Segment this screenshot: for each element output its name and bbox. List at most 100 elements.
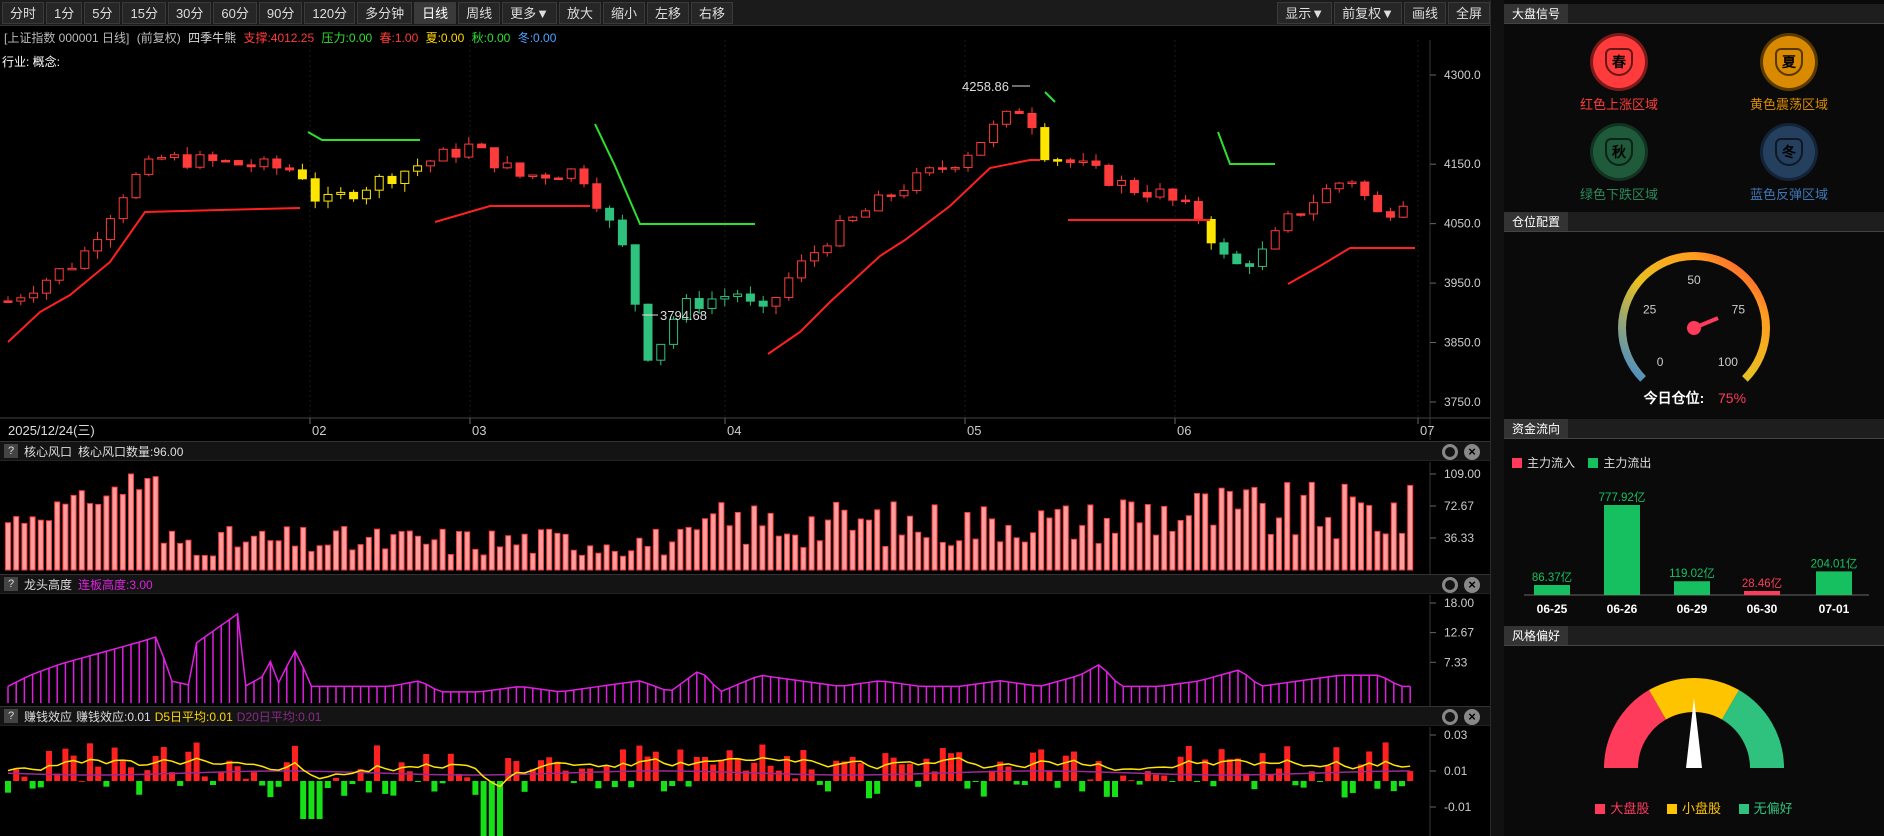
theme-bar [111, 486, 118, 571]
theme-bar [948, 545, 954, 571]
theme-bar [898, 534, 905, 571]
period-button[interactable]: 放大 [558, 1, 601, 24]
toolbar-option-button[interactable]: 前复权▼ [1334, 2, 1402, 24]
candle [361, 189, 371, 200]
effect-bar [1005, 766, 1012, 781]
gauge-tick-label: 75 [1732, 303, 1746, 317]
theme-bar [1021, 541, 1028, 571]
theme-bar [160, 542, 167, 571]
theme-bar [1251, 487, 1258, 571]
period-button[interactable]: 30分 [167, 1, 212, 24]
period-button[interactable]: 左移 [647, 1, 690, 24]
toolbar-option-button[interactable]: 显示▼ [1277, 2, 1333, 24]
theme-bar [267, 540, 274, 571]
effect-bar [152, 755, 159, 781]
core-theme-bar-chart[interactable]: 109.00 72.67 36.33 [0, 462, 1490, 574]
settings-gear-icon[interactable] [1442, 444, 1458, 460]
period-button[interactable]: 120分 [304, 1, 356, 24]
period-button[interactable]: 分时 [2, 1, 45, 24]
y-tick-label: 0.01 [1444, 764, 1468, 778]
theme-bar [1005, 525, 1012, 571]
effect-bar [718, 759, 725, 781]
chart-area[interactable]: 分时 1分 5分 15分 30分 60分 90分 120分 多分钟 日线 周线 更多▼ 放大 缩小 左移 右移… [0, 0, 1490, 836]
effect-bar [890, 757, 897, 781]
high-price-label: 4258.86 [962, 79, 1009, 94]
period-button[interactable]: 更多▼ [502, 1, 557, 24]
period-button[interactable]: 缩小 [603, 1, 646, 24]
effect-bar [1194, 781, 1200, 782]
effect-bar [406, 771, 413, 781]
signal-spring[interactable]: 春 红色上涨区域 [1534, 36, 1704, 113]
effect-bar [751, 762, 758, 781]
candle [630, 244, 640, 305]
flow-bar [1534, 585, 1570, 595]
effect-bar [349, 781, 356, 785]
effect-bar [136, 781, 143, 795]
period-button[interactable]: 60分 [213, 1, 257, 24]
close-icon[interactable]: × [1464, 444, 1480, 460]
autumn-glyph: 秋 [1605, 138, 1633, 166]
effect-bar [939, 748, 946, 781]
candle [118, 197, 128, 220]
theme-bar [1399, 532, 1405, 571]
signal-summer[interactable]: 夏 黄色震荡区域 [1704, 36, 1874, 113]
effect-bar [759, 744, 766, 781]
help-icon[interactable]: ? [4, 444, 18, 458]
help-icon[interactable]: ? [4, 709, 18, 723]
panel3-header: ? 赚钱效应 赚钱效应:0.01 D5日平均:0.01 D20日平均:0.01 … [0, 706, 1490, 726]
candle [1181, 199, 1191, 203]
effect-bar [365, 781, 372, 793]
theme-bar [29, 516, 36, 571]
effect-bar [29, 781, 36, 789]
outflow-swatch [1588, 458, 1599, 468]
help-icon[interactable]: ? [4, 577, 18, 591]
effect-bar [1267, 774, 1274, 781]
candlestick-chart[interactable]: 4300.0 4150.0 4050.0 3950.0 3850.0 3750.0 02 03… [0, 40, 1490, 440]
close-icon[interactable]: × [1464, 709, 1480, 725]
signal-winter[interactable]: 冬 蓝色反弹区域 [1704, 126, 1874, 203]
theme-bar [1358, 502, 1364, 571]
period-button[interactable]: 日线 [414, 1, 457, 24]
period-button[interactable]: 右移 [691, 1, 734, 24]
candle [16, 297, 26, 302]
toolbar-option-button[interactable]: 全屏 [1447, 2, 1490, 24]
profit-effect-chart[interactable]: 0.03 0.01 -0.01 [0, 727, 1490, 836]
theme-bar [333, 530, 339, 571]
period-button[interactable]: 多分钟 [357, 1, 413, 24]
settings-gear-icon[interactable] [1442, 709, 1458, 725]
small-cap-label: 小盘股 [1681, 801, 1721, 816]
panel1-header: ? 核心风口 核心风口数量:96.00 × [0, 441, 1490, 461]
candle [643, 303, 653, 361]
period-button[interactable]: 周线 [458, 1, 501, 24]
flow-bar [1604, 505, 1640, 595]
theme-bar [70, 494, 77, 571]
candle [1129, 179, 1139, 194]
panel-splitter[interactable] [1490, 0, 1504, 836]
theme-bar [1382, 533, 1389, 571]
close-icon[interactable]: × [1464, 577, 1480, 593]
theme-bar [611, 550, 618, 571]
candle [515, 162, 525, 177]
period-button[interactable]: 15分 [122, 1, 166, 24]
flow-bar [1744, 591, 1780, 595]
signal-autumn[interactable]: 秋 绿色下跌区域 [1534, 126, 1704, 203]
candle [387, 175, 397, 184]
panel1-name: 核心风口 [24, 444, 73, 459]
effect-bar [210, 781, 216, 786]
signal-label: 蓝色反弹区域 [1749, 187, 1828, 202]
effect-bar [1251, 781, 1258, 790]
toolbar-option-button[interactable]: 画线 [1403, 2, 1446, 24]
period-button[interactable]: 5分 [84, 1, 121, 24]
theme-bar [1210, 524, 1217, 571]
leader-height-chart[interactable]: 18.00 12.67 7.33 [0, 595, 1490, 706]
theme-bar [816, 540, 823, 571]
candle [707, 298, 717, 309]
period-button[interactable]: 90分 [258, 1, 303, 24]
period-button[interactable]: 1分 [46, 1, 83, 24]
settings-gear-icon[interactable] [1442, 577, 1458, 593]
effect-bar [439, 781, 446, 784]
effect-bar [734, 758, 741, 781]
effect-bar [333, 777, 339, 781]
theme-bar [751, 505, 758, 571]
y-tick-label: 109.00 [1444, 467, 1481, 481]
